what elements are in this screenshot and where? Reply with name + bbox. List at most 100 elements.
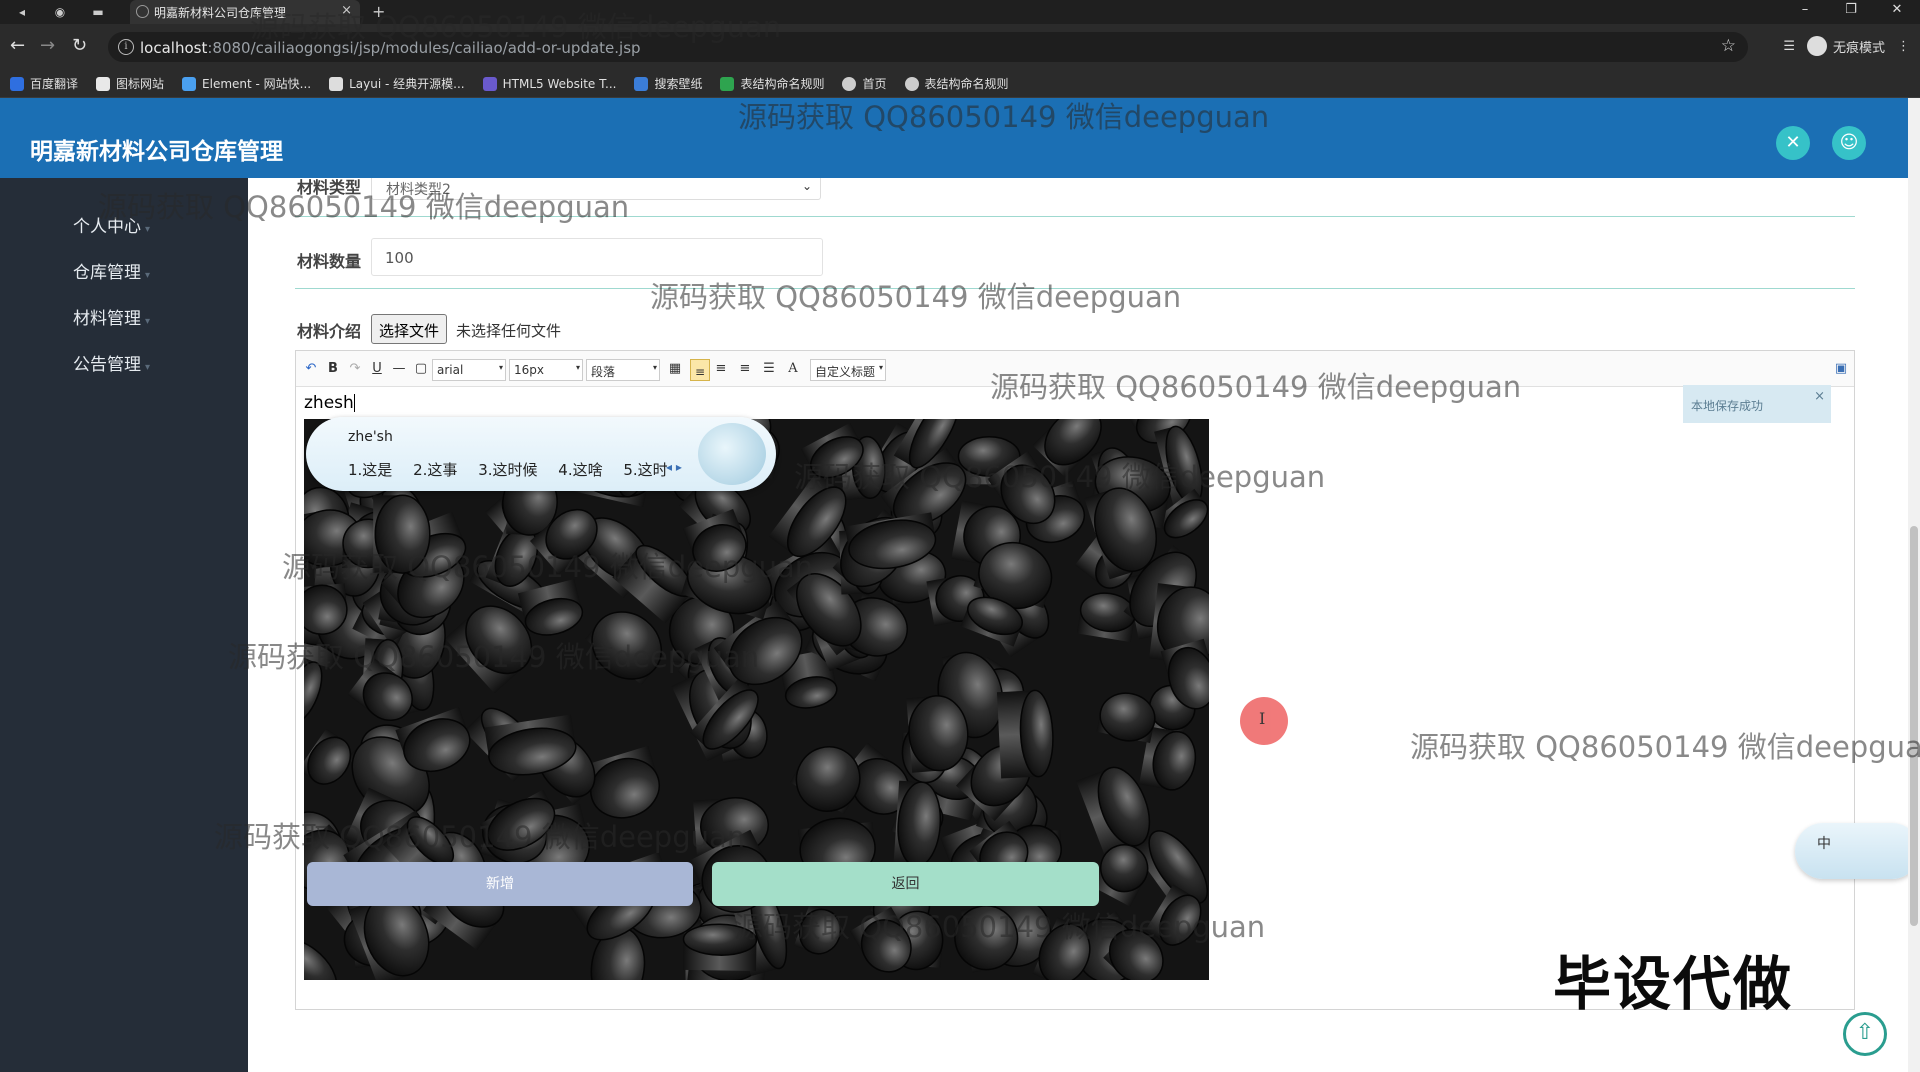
- window-icon[interactable]: ▬: [90, 4, 106, 20]
- back-arrow-icon[interactable]: ◂: [14, 4, 30, 20]
- close-tab-icon[interactable]: ×: [341, 3, 352, 18]
- ime-candidate[interactable]: 4.这啥: [558, 461, 602, 479]
- bookmark-item[interactable]: Element - 网站快...: [182, 75, 311, 92]
- ime-candidate[interactable]: 3.这时候: [478, 461, 537, 479]
- globe-icon: [904, 76, 919, 91]
- ime-skin-icon: [698, 423, 766, 485]
- editor-content[interactable]: zhesh: [304, 393, 355, 413]
- horizontal-rule-icon[interactable]: —: [390, 360, 408, 378]
- reading-list-icon[interactable]: ☰: [1783, 39, 1795, 54]
- bookmark-item[interactable]: 表结构命名规则: [904, 75, 1009, 92]
- mouse-cursor-highlight: I: [1240, 697, 1288, 745]
- incognito-icon: [1806, 36, 1827, 56]
- globe-icon[interactable]: ◉: [52, 4, 68, 20]
- bookmark-item[interactable]: 百度翻译: [10, 75, 78, 92]
- sidebar: 个人中心 ▾ 仓库管理 ▾ 材料管理 ▾ 公告管理 ▾: [0, 178, 248, 1072]
- material-qty-label: 材料数量: [297, 252, 362, 271]
- url-text[interactable]: localhost:8080/cailiaogongsi/jsp/modules…: [140, 39, 641, 57]
- sidebar-item-material[interactable]: 材料管理 ▾: [73, 304, 150, 329]
- redo-icon[interactable]: ↷: [346, 360, 364, 378]
- user-icon[interactable]: ☺: [1832, 126, 1866, 160]
- bookmark-item[interactable]: 表结构命名规则: [720, 75, 824, 92]
- chevron-down-icon: ⌄: [801, 179, 812, 193]
- ime-mode-label: 中: [1817, 836, 1831, 852]
- browser-tabstrip: ◂ ◉ ▬ 明嘉新材料公司仓库管理 × + – ❐ ✕: [0, 0, 1920, 24]
- back-icon[interactable]: ←: [10, 36, 25, 56]
- table-icon[interactable]: ▦: [666, 360, 684, 378]
- submit-button[interactable]: 新增: [307, 862, 693, 906]
- address-bar[interactable]: i localhost:8080/cailiaogongsi/jsp/modul…: [108, 32, 1748, 62]
- bookmark-item[interactable]: HTML5 Website T...: [482, 76, 616, 91]
- incognito-label: 无痕模式: [1832, 40, 1885, 56]
- font-color-icon[interactable]: A: [784, 360, 802, 378]
- browser-tab[interactable]: 明嘉新材料公司仓库管理 ×: [130, 0, 360, 24]
- caret-icon: ▾: [145, 224, 151, 235]
- bookmark-icon: [482, 76, 497, 91]
- scrollbar-thumb[interactable]: [1910, 526, 1918, 926]
- bookmark-item[interactable]: 搜索壁纸: [634, 75, 702, 92]
- format-icon[interactable]: ▢: [412, 360, 430, 378]
- editor-toolbar: ↶ B ↷ U — ▢ arial ▾ 16px ▾ 段落 ▾ ▦ ≡ ≡ ≡ ☰ A…: [296, 351, 1854, 387]
- material-type-select[interactable]: 材料类型2 ⌄: [371, 178, 821, 200]
- toolbar-right: ☰ 无痕模式 ⋮: [1783, 36, 1910, 56]
- ime-candidate-window: zhe'sh 1.这是 2.这事 3.这时候 4.这啥 5.这时 ◂ ▸: [306, 417, 776, 491]
- bookmark-item[interactable]: 首页: [842, 75, 887, 92]
- sidebar-item-personal[interactable]: 个人中心 ▾: [73, 212, 150, 237]
- align-center-icon[interactable]: ≡: [712, 360, 730, 378]
- ime-candidate[interactable]: 1.这是: [348, 461, 392, 479]
- font-family-select[interactable]: arial ▾: [432, 359, 506, 381]
- divider: [295, 216, 1855, 217]
- site-info-icon[interactable]: i: [118, 39, 134, 55]
- page-scrollbar[interactable]: [1908, 98, 1920, 1072]
- underline-icon[interactable]: U: [368, 360, 386, 378]
- back-to-top-icon[interactable]: ⇧: [1843, 1012, 1887, 1056]
- tab-favicon-icon: [136, 5, 149, 18]
- undo-icon[interactable]: ↶: [302, 360, 320, 378]
- minimize-icon[interactable]: –: [1782, 0, 1828, 24]
- fullscreen-icon[interactable]: ✕: [1776, 126, 1810, 160]
- paragraph-select[interactable]: 段落 ▾: [586, 359, 660, 381]
- restore-icon[interactable]: ❐: [1828, 0, 1874, 24]
- new-tab-icon[interactable]: +: [372, 2, 385, 21]
- forward-icon[interactable]: →: [40, 36, 55, 56]
- bookmark-icon: [10, 76, 24, 91]
- bookmark-icon: [182, 76, 197, 91]
- globe-icon: [842, 76, 857, 91]
- bookmark-item[interactable]: Layui - 经典开源模...: [329, 75, 465, 92]
- material-type-label: 材料类型: [297, 178, 362, 197]
- bookmark-icon: [634, 76, 649, 91]
- incognito-badge[interactable]: 无痕模式: [1806, 36, 1885, 56]
- app-header: 明嘉新材料公司仓库管理 ✕ ☺: [0, 98, 1908, 178]
- font-size-select[interactable]: 16px ▾: [509, 359, 583, 381]
- align-right-icon[interactable]: ≡: [736, 360, 754, 378]
- bookmark-icon: [329, 76, 344, 91]
- bookmark-star-icon[interactable]: ☆: [1721, 36, 1736, 56]
- material-intro-label: 材料介绍: [297, 322, 362, 341]
- close-window-icon[interactable]: ✕: [1874, 0, 1920, 24]
- flag-icon: [96, 76, 111, 91]
- custom-title-select[interactable]: 自定义标题 ▾: [810, 359, 886, 381]
- back-button[interactable]: 返回: [712, 862, 1099, 906]
- promo-stamp: 毕设代做: [1553, 950, 1794, 1018]
- file-status-text: 未选择任何文件: [456, 322, 562, 340]
- close-toast-icon[interactable]: ×: [1814, 389, 1825, 404]
- align-justify-icon[interactable]: ☰: [760, 360, 778, 378]
- ime-page-arrows-icon[interactable]: ◂ ▸: [666, 460, 682, 474]
- ime-pinyin: zhe'sh: [348, 429, 393, 445]
- ime-candidates: 1.这是 2.这事 3.这时候 4.这啥 5.这时: [348, 459, 684, 480]
- sidebar-item-notice[interactable]: 公告管理 ▾: [73, 350, 150, 375]
- ime-status-bar[interactable]: 中: [1795, 823, 1920, 879]
- ime-candidate[interactable]: 5.这时: [623, 461, 667, 479]
- bold-icon[interactable]: B: [324, 360, 342, 378]
- material-qty-input[interactable]: 100: [371, 238, 823, 276]
- menu-dots-icon[interactable]: ⋮: [1897, 39, 1910, 54]
- divider: [295, 288, 1855, 289]
- fullscreen-editor-icon[interactable]: ▣: [1832, 360, 1850, 378]
- sidebar-item-warehouse[interactable]: 仓库管理 ▾: [73, 258, 150, 283]
- ime-candidate[interactable]: 2.这事: [413, 461, 457, 479]
- align-left-icon[interactable]: ≡: [690, 359, 710, 381]
- choose-file-button[interactable]: 选择文件: [371, 314, 448, 344]
- reload-icon[interactable]: ↻: [72, 36, 87, 56]
- bookmark-item[interactable]: 图标网站: [96, 75, 164, 92]
- window-controls: – ❐ ✕: [1782, 0, 1920, 24]
